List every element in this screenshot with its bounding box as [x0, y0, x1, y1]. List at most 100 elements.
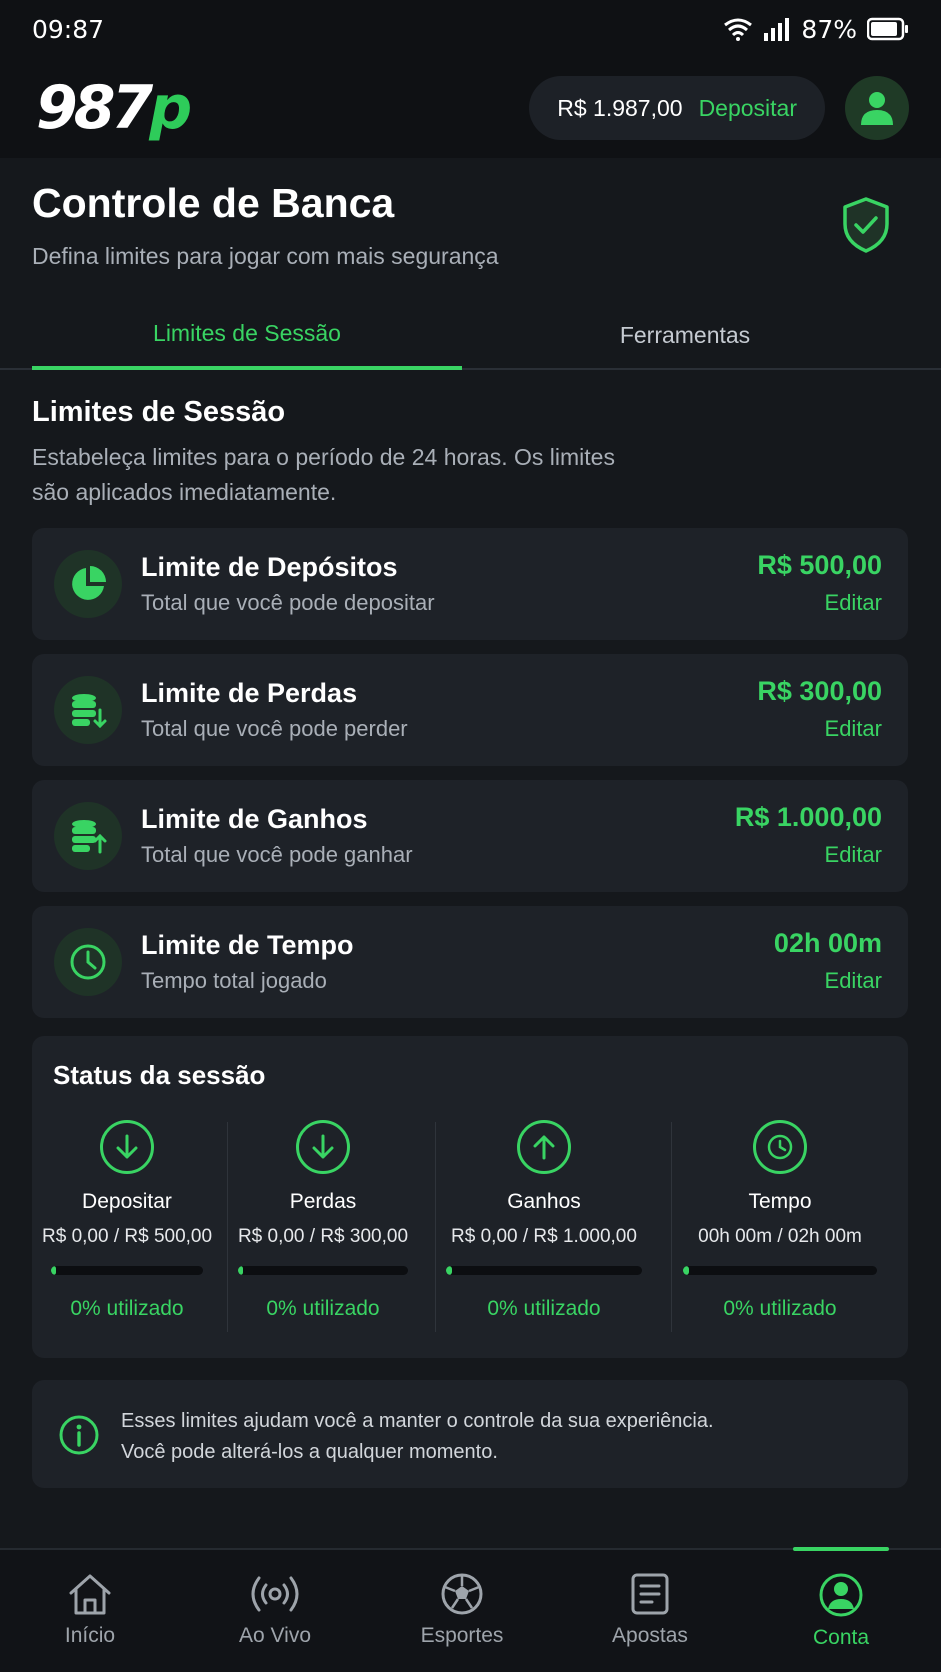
arrow-down-icon [100, 1120, 154, 1174]
logo-main: 987 [36, 73, 153, 143]
status-label: Perdas [289, 1190, 357, 1213]
edit-time-limit-link[interactable]: Editar [825, 968, 882, 994]
top-bar: 987p R$ 1.987,00 Depositar [0, 58, 941, 158]
clock-time: 09:87 [32, 14, 105, 44]
wifi-icon [724, 18, 753, 41]
limit-value: R$ 500,00 [757, 550, 882, 580]
limit-title: Limite de Tempo [141, 930, 354, 960]
live-icon [251, 1576, 299, 1612]
progress-bar [446, 1266, 642, 1275]
status-value: R$ 0,00 / R$ 300,00 [237, 1226, 409, 1247]
status-label: Depositar [82, 1190, 172, 1213]
logo-accent: p [149, 73, 192, 143]
status-value: R$ 0,00 / R$ 500,00 [42, 1226, 213, 1247]
tab-tools[interactable]: Ferramentas [470, 300, 900, 370]
column-divider [671, 1122, 672, 1332]
arrow-up-icon [517, 1120, 571, 1174]
column-divider [227, 1122, 228, 1332]
section-description: Estabeleça limites para o período de 24 … [32, 440, 692, 510]
progress-fill [51, 1266, 56, 1275]
nav-item-home[interactable]: Início [10, 1550, 170, 1672]
status-label: Tempo [748, 1190, 812, 1213]
status-percent: 0% utilizado [70, 1297, 184, 1320]
time-limit-card[interactable]: Limite de Tempo Tempo total jogado 02h 0… [32, 906, 908, 1018]
session-status-card: Status da sessão Depositar R$ 0,00 / R$ … [32, 1036, 908, 1358]
status-value: 00h 00m / 02h 00m [698, 1226, 862, 1247]
nav-label: Conta [812, 1626, 870, 1649]
status-percent: 0% utilizado [723, 1297, 837, 1320]
status-bar: 09:87 87% [0, 0, 941, 58]
limit-subtitle: Total que você pode perder [141, 716, 408, 741]
wallet-pill: R$ 1.987,00 Depositar [529, 76, 825, 140]
nav-item-live[interactable]: Ao Vivo [195, 1550, 355, 1672]
session-status-title: Status da sessão [53, 1060, 266, 1090]
status-losses: Perdas R$ 0,00 / R$ 300,00 0% utilizado [237, 1120, 409, 1330]
limit-subtitle: Tempo total jogado [141, 968, 327, 993]
limit-title: Limite de Perdas [141, 678, 358, 708]
page-header: Controle de Banca Defina limites para jo… [32, 180, 499, 270]
brand-logo[interactable]: 987p [36, 78, 192, 138]
limit-title: Limite de Ganhos [141, 804, 368, 834]
limit-subtitle: Total que você pode ganhar [141, 842, 413, 867]
status-percent: 0% utilizado [266, 1297, 380, 1320]
status-deposit: Depositar R$ 0,00 / R$ 500,00 0% utiliza… [42, 1120, 212, 1330]
battery-icon [867, 17, 908, 41]
progress-bar [51, 1266, 203, 1275]
status-percent: 0% utilizado [487, 1297, 601, 1320]
info-line2: Você pode alterá-los a qualquer momento. [121, 1441, 498, 1463]
profile-avatar-button[interactable] [845, 76, 909, 140]
page-title: Controle de Banca [32, 180, 395, 226]
info-notice: Esses limites ajudam você a manter o con… [32, 1380, 908, 1488]
tab-session-limits[interactable]: Limites de Sessão [32, 300, 462, 370]
nav-label: Esportes [420, 1624, 504, 1647]
clock-icon [54, 928, 122, 996]
nav-item-sports[interactable]: Esportes [382, 1550, 542, 1672]
clock-icon [753, 1120, 807, 1174]
loss-limit-card[interactable]: Limite de Perdas Total que você pode per… [32, 654, 908, 766]
deposit-limit-card[interactable]: Limite de Depósitos Total que você pode … [32, 528, 908, 640]
limit-value: 02h 00m [773, 928, 882, 958]
tab-bar: Limites de Sessão Ferramentas [0, 300, 941, 370]
progress-fill [683, 1266, 689, 1275]
soccer-ball-icon [441, 1573, 483, 1615]
progress-fill [238, 1266, 244, 1275]
status-wins: Ganhos R$ 0,00 / R$ 1.000,00 0% utilizad… [444, 1120, 644, 1330]
section-title: Limites de Sessão [32, 396, 286, 428]
info-line1: Esses limites ajudam você a manter o con… [121, 1410, 714, 1432]
coins-down-icon [54, 676, 122, 744]
edit-win-limit-link[interactable]: Editar [825, 842, 882, 868]
edit-loss-limit-link[interactable]: Editar [825, 716, 882, 742]
pie-chart-icon [54, 550, 122, 618]
nav-label: Apostas [612, 1624, 688, 1647]
balance-amount: R$ 1.987,00 [557, 94, 683, 121]
section-desc-line2: são aplicados imediatamente. [32, 479, 337, 505]
edit-deposit-limit-link[interactable]: Editar [825, 590, 882, 616]
nav-label: Início [64, 1624, 116, 1647]
bottom-nav: Início Ao Vivo Esportes Apostas Conta [0, 1547, 941, 1672]
status-time: Tempo 00h 00m / 02h 00m 0% utilizado [683, 1120, 877, 1330]
status-label: Ganhos [507, 1190, 581, 1213]
battery-percent: 87% [801, 14, 857, 44]
limit-title: Limite de Depósitos [141, 552, 398, 582]
deposit-button[interactable]: Depositar [699, 95, 797, 122]
info-text: Esses limites ajudam você a manter o con… [121, 1406, 714, 1468]
page-subtitle: Defina limites para jogar com mais segur… [32, 243, 499, 269]
status-value: R$ 0,00 / R$ 1.000,00 [451, 1226, 637, 1247]
nav-item-bets[interactable]: Apostas [570, 1550, 730, 1672]
limit-value: R$ 300,00 [757, 676, 882, 706]
bets-icon [631, 1573, 669, 1615]
account-icon [819, 1573, 863, 1617]
status-icons: 87% [723, 15, 909, 44]
nav-item-account[interactable]: Conta [761, 1550, 921, 1672]
win-limit-card[interactable]: Limite de Ganhos Total que você pode gan… [32, 780, 908, 892]
progress-bar [238, 1266, 408, 1275]
coins-up-icon [54, 802, 122, 870]
info-icon [59, 1415, 99, 1455]
signal-icon [764, 18, 790, 41]
column-divider [435, 1122, 436, 1332]
user-icon [861, 92, 893, 125]
shield-check-icon [843, 197, 889, 253]
limit-value: R$ 1.000,00 [734, 802, 882, 832]
section-desc-line1: Estabeleça limites para o período de 24 … [32, 444, 615, 470]
progress-fill [446, 1266, 452, 1275]
